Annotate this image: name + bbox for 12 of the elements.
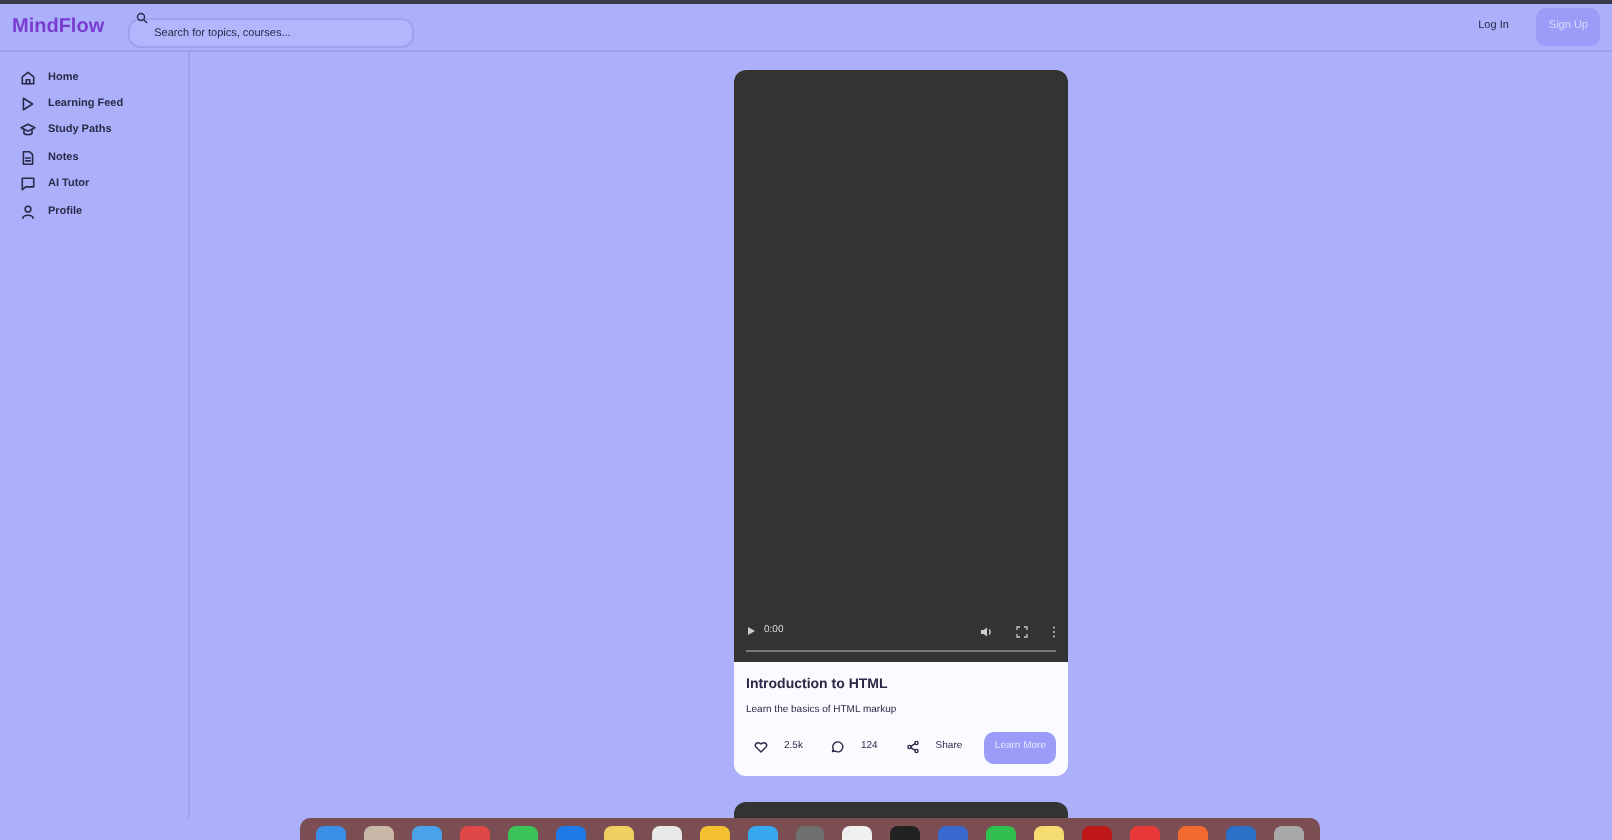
heart-icon bbox=[754, 740, 768, 755]
play-icon[interactable] bbox=[746, 626, 756, 637]
share-icon bbox=[905, 740, 920, 755]
volume-icon[interactable] bbox=[980, 625, 992, 638]
user-icon bbox=[20, 203, 36, 220]
document-icon bbox=[20, 149, 36, 166]
chat-icon bbox=[830, 740, 845, 755]
play-icon bbox=[20, 96, 36, 113]
chat-icon bbox=[20, 176, 36, 193]
graduation-cap-icon bbox=[20, 122, 36, 139]
fullscreen-icon[interactable] bbox=[1016, 625, 1028, 638]
home-icon bbox=[20, 69, 36, 86]
